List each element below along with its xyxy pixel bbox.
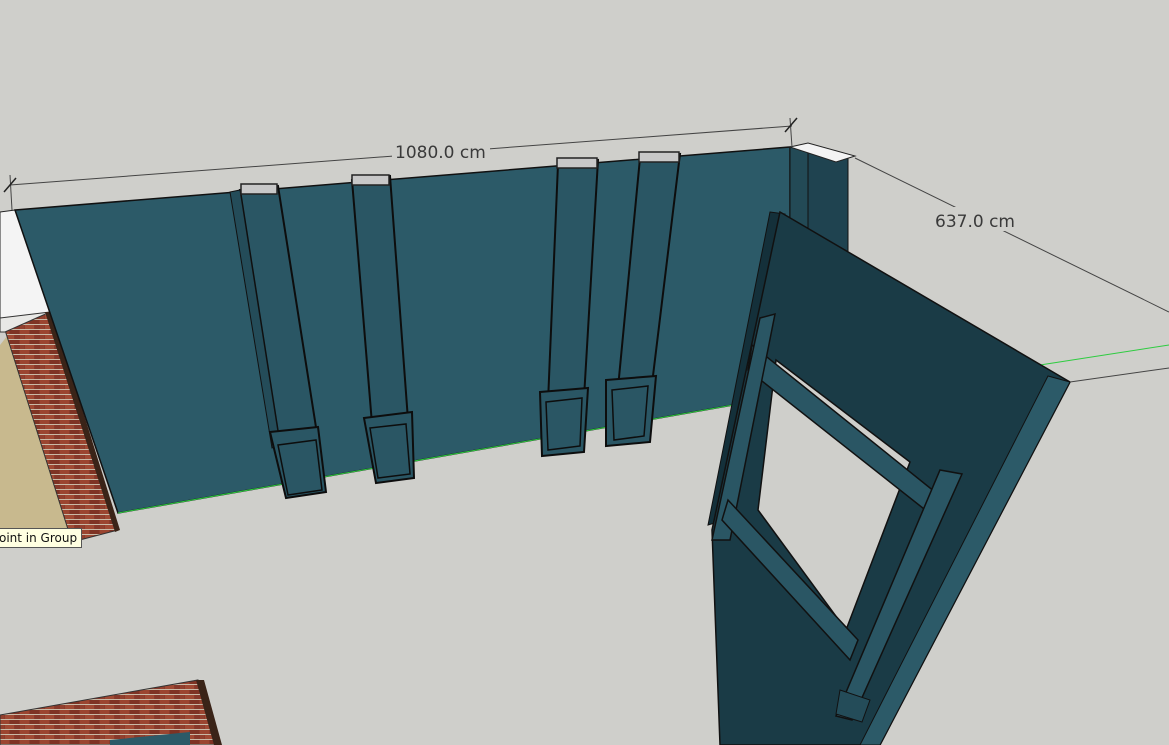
model-canvas[interactable]: 1080.0 cm 637.0 cm (0, 0, 1169, 745)
green-axis-line (1039, 344, 1169, 366)
dimension-length-label: 1080.0 cm (395, 143, 486, 163)
lower-brick-wall[interactable] (0, 679, 222, 745)
dimension-width-label: 637.0 cm (935, 212, 1015, 232)
sketchup-3d-viewport[interactable]: 1080.0 cm 637.0 cm oint in Group (0, 0, 1169, 745)
rotated-frame-panel[interactable] (707, 210, 1071, 745)
inference-tooltip: oint in Group (0, 528, 83, 548)
